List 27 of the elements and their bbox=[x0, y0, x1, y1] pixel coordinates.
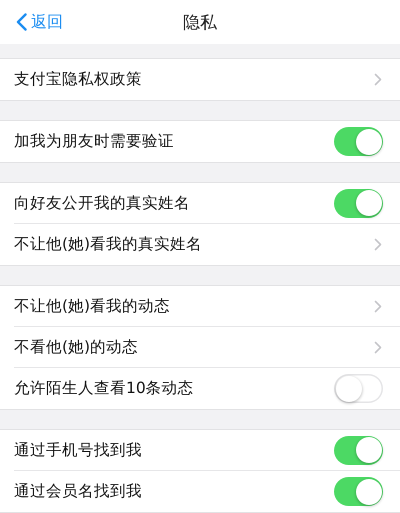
row-label: 不让他(她)看我的真实姓名 bbox=[14, 234, 202, 255]
chevron-icon bbox=[374, 300, 382, 312]
settings-row[interactable]: 通过会员名找到我 bbox=[14, 471, 400, 512]
toggle-switch[interactable] bbox=[334, 188, 383, 218]
settings-row[interactable]: 允许陌生人查看10条动态 bbox=[14, 368, 400, 409]
settings-row[interactable]: 向好友公开我的真实姓名 bbox=[14, 183, 400, 224]
toggle-switch[interactable] bbox=[334, 374, 383, 403]
row-label: 加我为朋友时需要验证 bbox=[14, 131, 174, 152]
toggle-switch[interactable] bbox=[334, 477, 383, 506]
row-label: 不看他(她)的动态 bbox=[14, 336, 138, 358]
row-label: 向好友公开我的真实姓名 bbox=[14, 192, 190, 214]
row-label: 允许陌生人查看10条动态 bbox=[14, 378, 194, 399]
page-title: 隐私 bbox=[183, 12, 217, 34]
chevron-icon bbox=[374, 340, 382, 354]
chevron-icon bbox=[374, 73, 382, 86]
row-label: 不让他(她)看我的动态 bbox=[14, 296, 170, 316]
toggle-switch[interactable] bbox=[334, 436, 383, 464]
row-label: 通过手机号找到我 bbox=[14, 440, 142, 460]
settings-row[interactable]: 不让他(她)看我的真实姓名 bbox=[14, 224, 400, 265]
settings-row[interactable]: 不让他(她)看我的动态 bbox=[14, 286, 400, 327]
back-chevron-icon bbox=[16, 13, 27, 31]
toggle-switch[interactable] bbox=[334, 127, 383, 156]
row-label: 支付宝隐私权政策 bbox=[14, 69, 142, 90]
settings-row[interactable]: 通过手机号找到我 bbox=[14, 430, 400, 471]
chevron-icon bbox=[374, 238, 382, 251]
settings-row[interactable]: 不看他(她)的动态 bbox=[14, 327, 400, 368]
row-label: 通过会员名找到我 bbox=[14, 481, 142, 502]
